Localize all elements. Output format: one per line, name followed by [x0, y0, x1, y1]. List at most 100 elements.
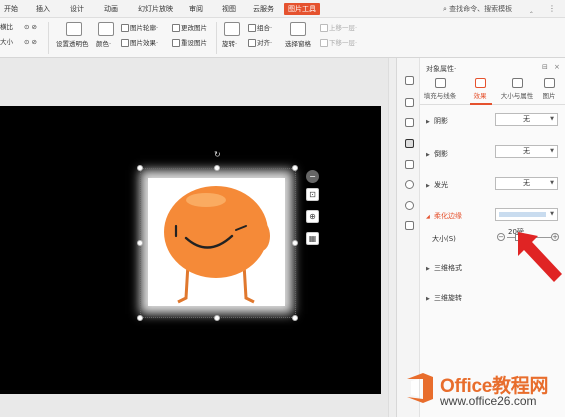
home-icon[interactable]	[405, 76, 414, 85]
transparent-color-button[interactable]: 设置透明色	[56, 40, 89, 49]
tab-review[interactable]: 审阅	[189, 3, 203, 15]
ribbon-divider	[216, 22, 217, 54]
glow-select-value: 无	[523, 179, 530, 187]
group-button[interactable]: 组合·	[248, 24, 272, 33]
picture-tab-icon	[543, 78, 555, 88]
apps-icon[interactable]	[405, 221, 414, 230]
reflection-select-value: 无	[523, 147, 530, 155]
shapes-icon[interactable]	[405, 118, 414, 127]
help-icon[interactable]	[405, 201, 414, 210]
resize-handle-right[interactable]	[292, 240, 298, 246]
more-icon[interactable]: ⋮	[548, 3, 556, 15]
dropdown-arrow-icon: ▼	[550, 116, 554, 122]
tab-view[interactable]: 视图	[222, 3, 236, 15]
properties-icon[interactable]	[405, 139, 414, 148]
tab-design[interactable]: 设计	[70, 3, 84, 15]
soft-edge-preview	[499, 212, 546, 217]
change-picture-button[interactable]: 更改图片	[172, 24, 207, 33]
resize-handle-top[interactable]	[214, 165, 220, 171]
rotate-handle-icon[interactable]: ↻	[214, 151, 222, 159]
close-icon[interactable]: ×	[554, 63, 560, 71]
reflection-label: 倒影	[434, 150, 448, 158]
tab-cloud[interactable]: 云服务	[253, 3, 274, 15]
tab-fill-and-line[interactable]: 填充与线条	[422, 78, 458, 100]
align-button[interactable]: 对齐·	[248, 39, 272, 48]
dropdown-arrow-icon: ▼	[550, 180, 554, 186]
selection-pane-icon[interactable]	[290, 22, 306, 36]
selection-pane-button[interactable]: 选择窗格	[285, 40, 311, 49]
soft-edges-preset-select[interactable]: ▼	[495, 208, 558, 221]
glow-label: 发光	[434, 181, 448, 189]
share-icon[interactable]	[405, 160, 414, 169]
crop-icon[interactable]: ⊙ ⊘	[24, 23, 37, 32]
panel-title[interactable]: 对象属性·	[426, 64, 456, 74]
active-tab-indicator	[470, 103, 492, 105]
crop-tool-icon[interactable]: ⊡	[306, 188, 319, 201]
resize-handle-bottom-left[interactable]	[137, 315, 143, 321]
vertical-scrollbar[interactable]	[388, 58, 396, 417]
bring-forward-button[interactable]: 上移一层·	[320, 24, 357, 33]
color-button[interactable]: 颜色·	[96, 40, 111, 49]
ribbon-partial-label-top[interactable]: 横比	[0, 23, 13, 32]
effects-icon	[121, 39, 129, 47]
rotate-icon[interactable]	[224, 22, 240, 36]
rotate-button[interactable]: 旋转·	[222, 40, 237, 49]
size-properties-icon	[511, 78, 523, 88]
glow-section[interactable]: ▶ 发光	[426, 180, 448, 190]
tab-animation[interactable]: 动画	[104, 3, 118, 15]
tab-size-and-properties[interactable]: 大小与属性	[497, 78, 537, 100]
size-decrease-button[interactable]: −	[497, 233, 505, 241]
transparent-color-icon[interactable]	[66, 22, 82, 36]
dropdown-arrow-icon: ▼	[550, 148, 554, 154]
resize-handle-left[interactable]	[137, 240, 143, 246]
resize-handle-bottom-right[interactable]	[292, 315, 298, 321]
rotation-3d-section[interactable]: ▶ 三维旋转	[426, 293, 462, 303]
reflection-select[interactable]: 无 ▼	[495, 145, 558, 158]
command-search[interactable]: ⌕ 查找命令、搜索模板	[443, 3, 512, 15]
tab-insert[interactable]: 插入	[36, 3, 50, 15]
tab-slideshow[interactable]: 幻灯片放映	[138, 3, 173, 15]
reflection-section[interactable]: ▶ 倒影	[426, 149, 448, 159]
fill-line-icon	[434, 78, 446, 88]
ribbon-divider	[48, 22, 49, 54]
pin-icon[interactable]: ⊟	[542, 63, 548, 71]
resize-handle-top-right[interactable]	[292, 165, 298, 171]
size-label: 大小(S)	[432, 235, 456, 243]
tab-size-and-properties-label: 大小与属性	[500, 92, 534, 100]
tab-home[interactable]: 开始	[4, 3, 18, 15]
picture-layout-icon[interactable]: ▦	[306, 232, 319, 245]
picture-outline-label: 图片轮廓·	[130, 24, 159, 32]
tab-picture-tools[interactable]: 图片工具	[284, 3, 320, 15]
send-backward-button[interactable]: 下移一层·	[320, 39, 357, 48]
compress-icon[interactable]: ⊙ ⊘	[24, 38, 37, 47]
effects-tab-icon	[474, 78, 486, 88]
tab-picture[interactable]: 图片	[535, 78, 563, 100]
picture-outline-button[interactable]: 图片轮廓·	[121, 24, 158, 33]
zoom-picture-icon[interactable]: ⊕	[306, 210, 319, 223]
soft-edges-section[interactable]: ◢ 柔化边缘	[426, 211, 462, 221]
red-arrow-annotation	[518, 232, 562, 282]
reset-picture-button[interactable]: 重设图片	[172, 39, 207, 48]
menu-bar: 开始 插入 设计 动画 幻灯片放映 审阅 视图 云服务 图片工具 ⌕ 查找命令、…	[0, 0, 565, 18]
tab-divider	[420, 104, 565, 105]
shadow-section[interactable]: ▶ 阴影	[426, 116, 448, 126]
reset-picture-label: 重设图片	[181, 39, 207, 47]
copy-icon[interactable]	[405, 98, 414, 107]
expand-arrow-icon: ▶	[426, 296, 430, 302]
picture-effects-button[interactable]: 图片效果·	[121, 39, 158, 48]
glow-select[interactable]: 无 ▼	[495, 177, 558, 190]
resize-handle-top-left[interactable]	[137, 165, 143, 171]
shadow-select[interactable]: 无 ▼	[495, 113, 558, 126]
format-3d-section[interactable]: ▶ 三维格式	[426, 263, 462, 273]
minimize-icon[interactable]: ‸	[530, 3, 533, 15]
bring-forward-label: 上移一层·	[329, 24, 358, 32]
history-icon[interactable]	[405, 180, 414, 189]
tab-picture-label: 图片	[542, 92, 556, 100]
watermark: Office教程网 www.office26.com	[400, 367, 565, 417]
resize-handle-bottom[interactable]	[214, 315, 220, 321]
rotation-3d-label: 三维旋转	[434, 294, 462, 302]
ribbon-partial-label-bottom[interactable]: 大小	[0, 38, 13, 47]
color-icon[interactable]	[98, 22, 114, 36]
collapse-toolbar-icon[interactable]: −	[306, 170, 319, 183]
tab-effects[interactable]: 效果	[462, 78, 498, 100]
